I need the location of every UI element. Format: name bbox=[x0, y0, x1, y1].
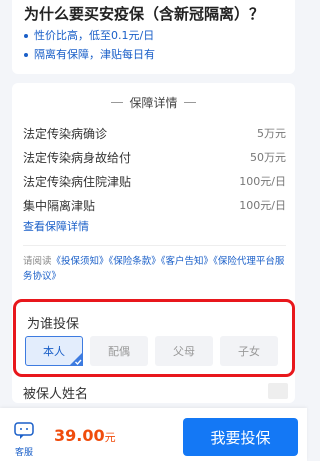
chat-icon bbox=[14, 422, 34, 439]
coverage-row: 集中隔离津贴 100元/日 bbox=[23, 193, 286, 217]
policy-terms-link[interactable]: 《保险条款》 bbox=[109, 256, 161, 267]
coverage-row: 法定传染病身故给付 50万元 bbox=[23, 145, 286, 169]
bullet-dot-icon bbox=[24, 34, 28, 38]
coverage-list: 法定传染病确诊 5万元 法定传染病身故给付 50万元 法定传染病住院津贴 100… bbox=[23, 121, 286, 217]
option-label: 本人 bbox=[43, 345, 65, 358]
option-label: 子女 bbox=[238, 345, 260, 358]
coverage-value: 100元/日 bbox=[239, 175, 286, 188]
customer-service-label: 客服 bbox=[14, 448, 33, 458]
coverage-row: 法定传染病住院津贴 100元/日 bbox=[23, 169, 286, 193]
terms-notice: 请阅读《投保须知》《保险条款》《客户告知》《保险代理平台服务协议》 bbox=[23, 254, 288, 284]
coverage-value: 50万元 bbox=[250, 151, 286, 164]
insure-for-title: 为谁投保 bbox=[27, 317, 80, 332]
coverage-value: 5万元 bbox=[257, 127, 286, 140]
price-unit: 元 bbox=[104, 431, 116, 444]
total-price: 39.00元 bbox=[54, 426, 116, 445]
promo-card: 为什么要买安疫保（含新冠隔离）？ 性价比高，低至0.1元/日 隔离有保障，津贴每… bbox=[12, 0, 295, 74]
policy-notice-link[interactable]: 《投保须知》 bbox=[52, 256, 109, 267]
promo-headline: 为什么要买安疫保（含新冠隔离）？ bbox=[24, 5, 265, 23]
coverage-name: 法定传染病确诊 bbox=[23, 126, 108, 141]
insure-for-options: 本人 配偶 父母 子女 bbox=[25, 336, 278, 366]
insured-name-input[interactable] bbox=[268, 383, 288, 399]
promo-bullet: 性价比高，低至0.1元/日 bbox=[24, 29, 283, 43]
buy-insurance-button[interactable]: 我要投保 bbox=[183, 418, 298, 456]
bullet-text: 性价比高，低至0.1元/日 bbox=[34, 29, 155, 42]
promo-bullet: 隔离有保障，津贴每日有 bbox=[24, 48, 283, 62]
title-divider bbox=[183, 102, 196, 103]
option-children[interactable]: 子女 bbox=[220, 336, 278, 366]
option-spouse[interactable]: 配偶 bbox=[90, 336, 148, 366]
view-details-link[interactable]: 查看保障详情 bbox=[23, 218, 89, 234]
customer-service-button[interactable]: 客服 bbox=[12, 422, 36, 458]
option-label: 父母 bbox=[173, 345, 195, 358]
notice-prefix: 请阅读 bbox=[23, 256, 52, 267]
insured-name-label: 被保人姓名 bbox=[23, 387, 89, 402]
coverage-section-title: 保障详情 bbox=[12, 94, 295, 111]
bullet-dot-icon bbox=[24, 53, 28, 57]
option-parents[interactable]: 父母 bbox=[155, 336, 213, 366]
coverage-row: 法定传染病确诊 5万元 bbox=[23, 121, 286, 145]
section-divider bbox=[23, 245, 286, 246]
option-self[interactable]: 本人 bbox=[25, 336, 83, 366]
customer-notice-link[interactable]: 《客户告知》 bbox=[161, 256, 213, 267]
bottom-action-bar: 客服 39.00元 我要投保 bbox=[0, 408, 307, 461]
coverage-name: 法定传染病住院津贴 bbox=[23, 174, 132, 189]
bullet-text: 隔离有保障，津贴每日有 bbox=[34, 48, 155, 61]
coverage-title-text: 保障详情 bbox=[129, 96, 178, 110]
title-divider bbox=[111, 102, 124, 103]
coverage-value: 100元/日 bbox=[239, 199, 286, 212]
selected-check-icon bbox=[69, 352, 83, 366]
insure-for-section: 为谁投保 本人 配偶 父母 子女 bbox=[13, 299, 295, 377]
price-amount: 39.00 bbox=[54, 426, 105, 445]
coverage-name: 法定传染病身故给付 bbox=[23, 150, 132, 165]
option-label: 配偶 bbox=[108, 345, 130, 358]
coverage-name: 集中隔离津贴 bbox=[23, 198, 96, 213]
